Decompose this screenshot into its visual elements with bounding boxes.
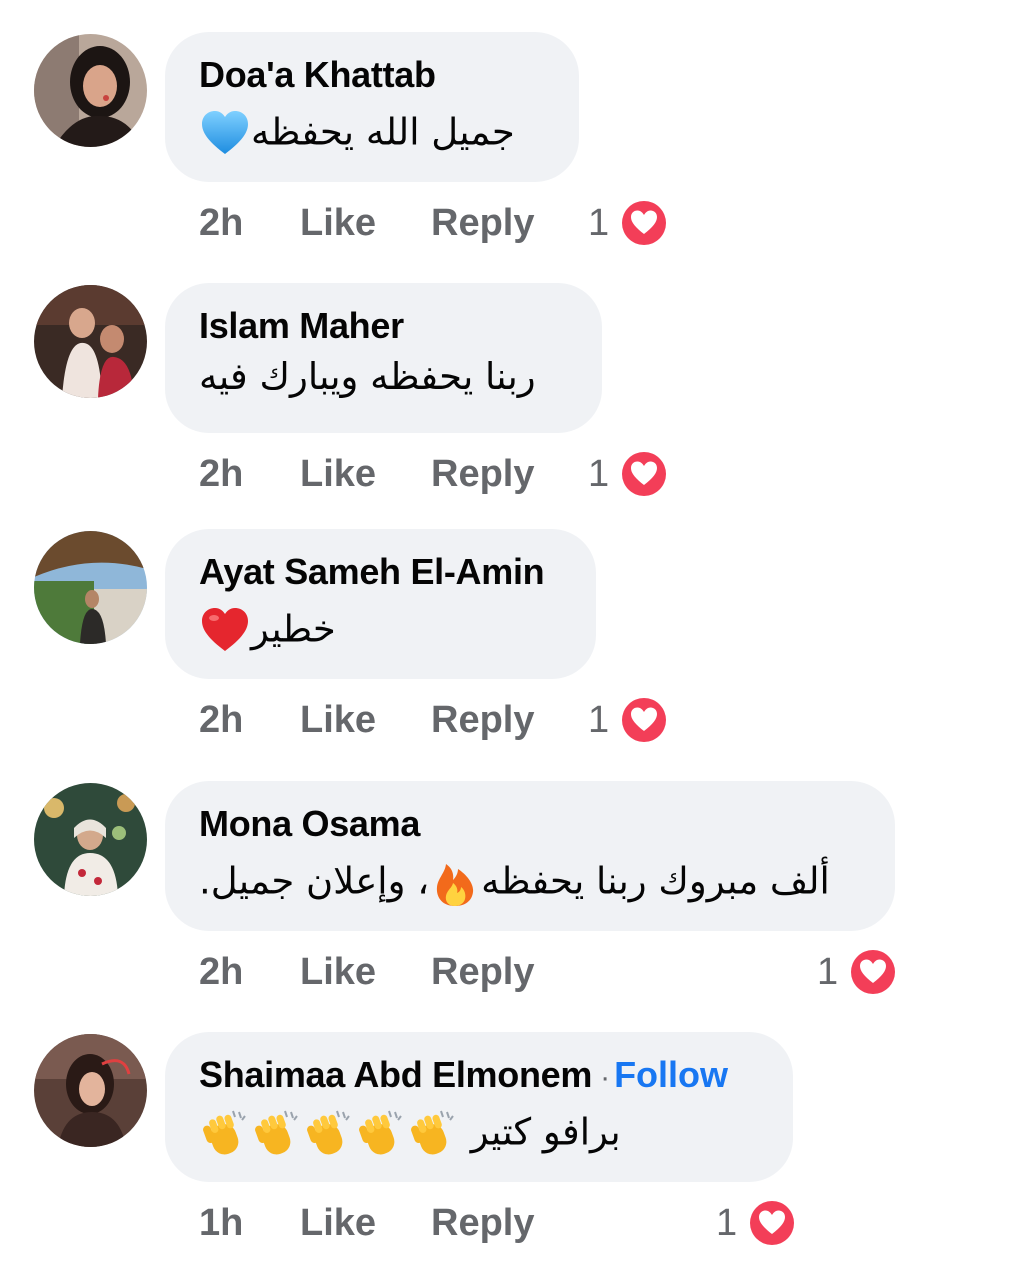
comment-bubble: Doa'a Khattab جميل الله يحفظه [165, 32, 579, 182]
reaction-count: 1 [588, 699, 610, 741]
comment-text-wrap: برافو كتير [199, 1108, 621, 1160]
blue-heart-emoji [199, 108, 251, 160]
love-reaction-icon [621, 200, 667, 246]
comment-bubble: Shaimaa Abd Elmonem · Follow برافو كتير [165, 1032, 793, 1182]
comment-text-content: جميل الله يحفظه [251, 110, 515, 154]
fire-emoji [429, 857, 481, 909]
comment-text-wrap: ألف مبروك ربنا يحفظه ، وإعلان جميل. [199, 857, 830, 909]
author-row: Mona Osama [199, 803, 861, 844]
avatar-image [34, 34, 147, 147]
avatar-image [34, 783, 147, 896]
author-name[interactable]: Doa'a Khattab [199, 54, 436, 95]
comment-text: برافو كتير [199, 1108, 759, 1160]
reply-button[interactable]: Reply [431, 1202, 534, 1245]
avatar[interactable] [34, 1034, 147, 1147]
follow-button[interactable]: Follow [614, 1054, 728, 1095]
timestamp[interactable]: 1h [199, 1202, 243, 1245]
comment-text-content: خطير [251, 607, 336, 651]
comment-text-wrap: جميل الله يحفظه [199, 108, 515, 160]
love-reaction-icon [850, 949, 896, 995]
comment-text-content: برافو كتير [470, 1110, 621, 1154]
comment-text-continuation: ، وإعلان جميل. [199, 859, 430, 903]
reply-button[interactable]: Reply [431, 699, 534, 742]
like-button[interactable]: Like [300, 1202, 376, 1245]
timestamp[interactable]: 2h [199, 951, 243, 994]
comment-text: جميل الله يحفظه [199, 108, 545, 160]
love-reaction-icon [621, 697, 667, 743]
comment-text-wrap: خطير [199, 605, 336, 657]
reaction-count: 1 [588, 202, 610, 244]
avatar[interactable] [34, 34, 147, 147]
comment-item: Islam Maher ربنا يحفظه ويبارك فيه 2h Lik… [0, 283, 1020, 537]
author-name[interactable]: Ayat Sameh El-Amin [199, 551, 545, 592]
comment-text: ألف مبروك ربنا يحفظه ، وإعلان جميل. [199, 857, 861, 909]
timestamp[interactable]: 2h [199, 453, 243, 496]
clapping-hands-emoji [251, 1108, 303, 1160]
comment-text-content: ربنا يحفظه ويبارك فيه [199, 355, 536, 398]
avatar[interactable] [34, 531, 147, 644]
avatar[interactable] [34, 285, 147, 398]
love-reaction-icon [749, 1200, 795, 1246]
reaction-count: 1 [716, 1202, 738, 1244]
like-button[interactable]: Like [300, 699, 376, 742]
separator-dot: · [600, 1061, 611, 1094]
clapping-hands-emoji [199, 1108, 251, 1160]
timestamp[interactable]: 2h [199, 699, 243, 742]
author-name[interactable]: Shaimaa Abd Elmonem [199, 1054, 592, 1095]
timestamp[interactable]: 2h [199, 202, 243, 245]
author-row: Islam Maher [199, 305, 568, 346]
like-button[interactable]: Like [300, 202, 376, 245]
author-row: Ayat Sameh El-Amin [199, 551, 562, 592]
reaction-count: 1 [588, 453, 610, 495]
comment-bubble: Mona Osama ألف مبروك ربنا يحفظه ، وإعلان… [165, 781, 895, 931]
reply-button[interactable]: Reply [431, 951, 534, 994]
red-heart-emoji [199, 605, 251, 657]
author-row: Shaimaa Abd Elmonem · Follow [199, 1054, 759, 1095]
comment-text: خطير [199, 605, 562, 657]
comment-item: Ayat Sameh El-Amin خطير 2h Like Reply 1 [0, 529, 1020, 783]
comment-item: Mona Osama ألف مبروك ربنا يحفظه ، وإعلان… [0, 781, 1020, 1035]
reaction-count: 1 [817, 951, 839, 993]
comment-text-content: ألف مبروك ربنا يحفظه [481, 859, 830, 903]
author-name[interactable]: Islam Maher [199, 305, 404, 346]
avatar-image [34, 285, 147, 398]
avatar-image [34, 1034, 147, 1147]
comment-item: Doa'a Khattab جميل الله يحفظه 2h Like Re… [0, 32, 1020, 286]
reply-button[interactable]: Reply [431, 453, 534, 496]
love-reaction-icon [621, 451, 667, 497]
clapping-hands-emoji [355, 1108, 407, 1160]
author-row: Doa'a Khattab [199, 54, 545, 95]
comment-text: ربنا يحفظه ويبارك فيه [199, 355, 568, 407]
comment-item: Shaimaa Abd Elmonem · Follow برافو كتير 1h… [0, 1032, 1020, 1286]
comment-actions: 1h Like Reply [199, 1202, 999, 1248]
like-button[interactable]: Like [300, 951, 376, 994]
clapping-hands-emoji [407, 1108, 459, 1160]
avatar-image [34, 531, 147, 644]
like-button[interactable]: Like [300, 453, 376, 496]
comment-bubble: Islam Maher ربنا يحفظه ويبارك فيه [165, 283, 602, 433]
avatar[interactable] [34, 783, 147, 896]
clapping-hands-emoji [303, 1108, 355, 1160]
author-name[interactable]: Mona Osama [199, 803, 420, 844]
comment-bubble: Ayat Sameh El-Amin خطير [165, 529, 596, 679]
reply-button[interactable]: Reply [431, 202, 534, 245]
